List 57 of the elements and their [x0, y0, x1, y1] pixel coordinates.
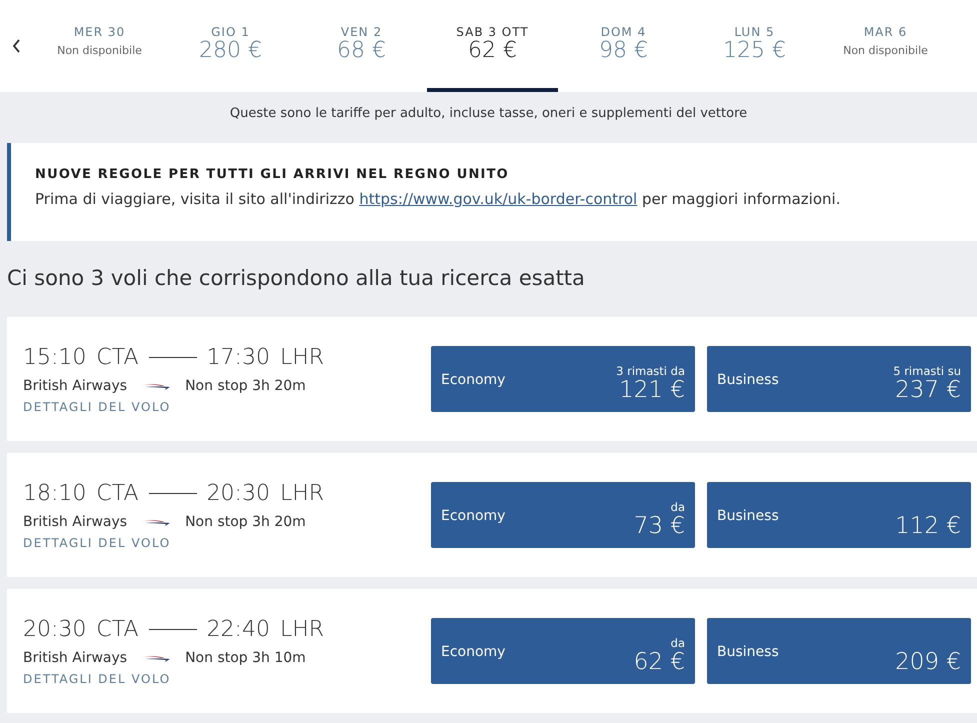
date-tab[interactable]: DOM 4 98 € [558, 0, 689, 92]
date-label: MER 30 [74, 25, 126, 39]
airline-name: British Airways [23, 514, 128, 530]
date-label: LUN 5 [734, 25, 775, 39]
date-tab[interactable]: VEN 2 68 € [296, 0, 427, 92]
route-line [148, 492, 197, 494]
fare-button[interactable]: Business 112 € [707, 482, 971, 548]
fare-button[interactable]: Economy da 73 € [431, 482, 695, 548]
airline-name: British Airways [23, 650, 128, 666]
date-label: SAB 3 OTT [456, 25, 529, 39]
date-label: DOM 4 [600, 25, 646, 39]
date-label: MAR 6 [864, 25, 908, 39]
flight-details-link[interactable]: DETTAGLI DEL VOLO [23, 536, 171, 550]
departure-time: 20:30 [23, 616, 86, 642]
date-price: 62 € [468, 39, 517, 64]
notice-title: NUOVE REGOLE PER TUTTI GLI ARRIVI NEL REGNO UNITO [35, 167, 510, 182]
date-label: GIO 1 [211, 25, 250, 39]
date-status: Non disponibile [843, 44, 928, 57]
chevron-left-icon [12, 39, 22, 53]
date-price: 68 € [337, 39, 386, 64]
date-tab[interactable]: SAB 3 OTT 62 € [427, 0, 558, 92]
date-status: Non disponibile [57, 44, 142, 57]
flight-details-link[interactable]: DETTAGLI DEL VOLO [23, 400, 171, 414]
route-line [148, 628, 197, 630]
fare-note: Queste sono le tariffe per adulto, incluse tasse, oneri e supplementi del vettore [228, 105, 748, 123]
date-price: 98 € [599, 39, 648, 64]
fare-button[interactable]: Business 209 € [707, 618, 971, 684]
departure-time: 18:10 [23, 480, 86, 506]
airline-name: British Airways [23, 378, 128, 394]
arrival-time: 22:40 [206, 616, 270, 642]
arrival-airport: LHR [280, 616, 324, 642]
date-price: 280 € [199, 39, 262, 64]
departure-airport: CTA [96, 480, 139, 506]
departure-airport: CTA [96, 616, 139, 642]
date-label: VEN 2 [340, 25, 382, 39]
border-control-link[interactable]: https://www.gov.uk/uk-border-control [359, 190, 638, 208]
results-heading: Ci sono 3 voli che corrispondono alla tua ricerca esatta [6, 265, 586, 292]
arrival-airport: LHR [280, 344, 324, 370]
flight-duration: Non stop 3h 20m [185, 378, 306, 394]
notice-text: Prima di viaggiare, visita il sito all'indirizzo https://www.gov.uk/uk-border-control per maggiori informazioni. [35, 190, 842, 208]
flight-duration: Non stop 3h 20m [185, 514, 306, 530]
date-tab[interactable]: MAR 6 Non disponibile [820, 0, 951, 92]
fare-button[interactable]: Economy 3 rimasti da 121 € [431, 346, 695, 412]
fare-button[interactable]: Economy da 62 € [431, 618, 695, 684]
departure-time: 15:10 [23, 344, 86, 370]
arrival-time: 17:30 [206, 344, 270, 370]
date-price: 125 € [723, 39, 786, 64]
arrival-time: 20:30 [206, 480, 270, 506]
date-tab[interactable]: LUN 5 125 € [689, 0, 820, 92]
departure-airport: CTA [96, 344, 139, 370]
route-line [148, 356, 197, 358]
flight-details-link[interactable]: DETTAGLI DEL VOLO [23, 672, 171, 686]
flight-duration: Non stop 3h 10m [185, 650, 306, 666]
arrival-airport: LHR [280, 480, 324, 506]
date-tab[interactable]: GIO 1 280 € [165, 0, 296, 92]
fare-button[interactable]: Business 5 rimasti su 237 € [707, 346, 971, 412]
date-tab[interactable]: MER 30 Non disponibile [34, 0, 165, 92]
